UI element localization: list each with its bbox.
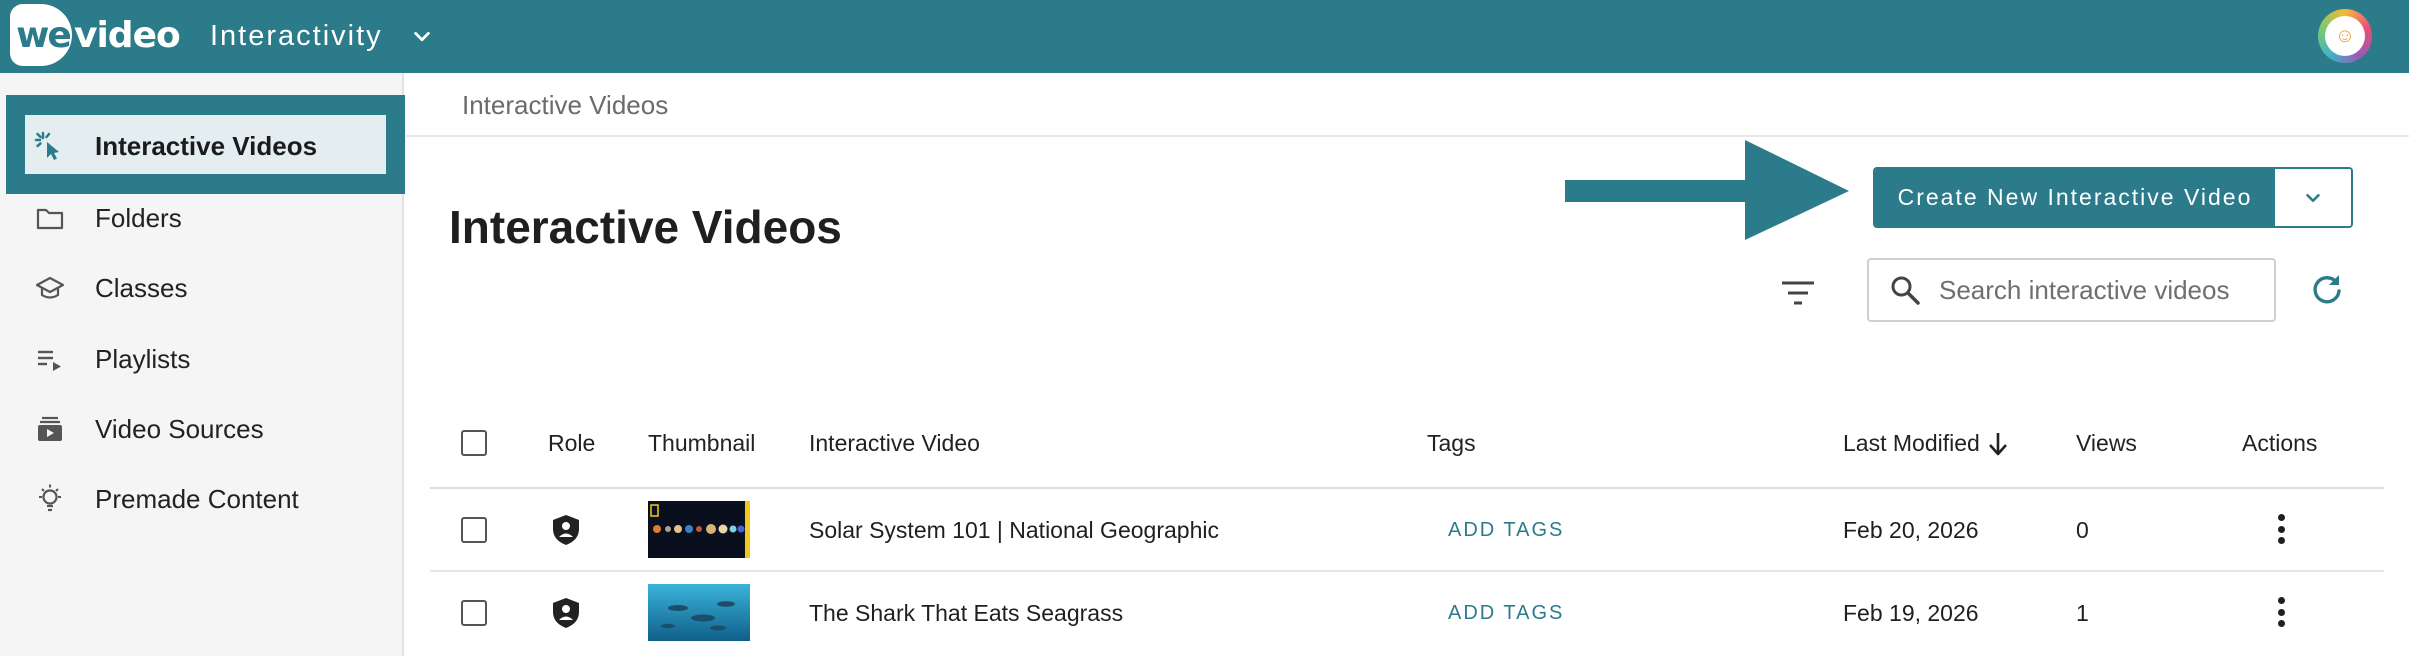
breadcrumb: Interactive Videos — [462, 90, 669, 120]
views-value: 0 — [2076, 517, 2089, 543]
owner-shield-icon — [553, 598, 579, 628]
add-tags-link[interactable]: ADD TAGS — [1448, 519, 1564, 542]
add-tags-link[interactable]: ADD TAGS — [1448, 602, 1564, 625]
sidebar-item-label: Premade Content — [95, 483, 299, 514]
page-title: Interactive Videos — [449, 201, 842, 253]
create-options-dropdown[interactable] — [2275, 169, 2351, 226]
video-sources-icon — [34, 413, 66, 445]
owner-shield-icon — [553, 515, 579, 545]
video-title[interactable]: The Shark That Eats Seagrass — [809, 600, 1123, 627]
column-header-thumbnail[interactable]: Thumbnail — [648, 430, 755, 457]
chevron-down-icon — [2306, 193, 2320, 202]
last-modified-value: Feb 20, 2026 — [1843, 517, 1979, 543]
search-field — [1867, 258, 2276, 322]
sidebar-item-label: Classes — [95, 272, 188, 303]
pointer-arrow-icon — [1565, 140, 1849, 240]
logo-suffix: video — [74, 14, 181, 56]
sidebar-item-label: Folders — [95, 202, 182, 233]
chevron-down-icon — [413, 31, 430, 41]
playlist-icon — [34, 343, 66, 375]
top-bar: we video Interactivity ☺ — [0, 0, 2409, 73]
column-header-views[interactable]: Views — [2076, 430, 2137, 457]
more-actions-icon[interactable] — [2275, 597, 2287, 627]
sidebar-item-video-sources[interactable]: Video Sources — [0, 399, 404, 459]
column-header-last-modified[interactable]: Last Modified — [1843, 430, 2010, 457]
create-button-group: Create New Interactive Video — [1873, 167, 2353, 228]
more-actions-icon[interactable] — [2275, 514, 2287, 544]
search-input[interactable] — [1939, 274, 2259, 306]
sidebar-item-interactive-videos[interactable]: Interactive Videos — [0, 116, 404, 176]
app-switcher[interactable]: Interactivity — [210, 0, 433, 73]
column-header-interactive-video[interactable]: Interactive Video — [809, 430, 980, 457]
folder-icon — [34, 202, 66, 234]
sidebar-item-label: Video Sources — [95, 413, 264, 444]
table-header-divider — [430, 487, 2384, 489]
column-header-actions: Actions — [2242, 430, 2318, 456]
logo-badge: we — [10, 4, 72, 66]
logo-prefix: we — [16, 14, 72, 56]
column-header-role[interactable]: Role — [548, 430, 595, 457]
video-title[interactable]: Solar System 101 | National Geographic — [809, 517, 1219, 544]
sidebar-item-premade-content[interactable]: Premade Content — [0, 469, 404, 529]
sidebar-item-classes[interactable]: Classes — [0, 258, 404, 318]
row-divider — [430, 570, 2384, 572]
video-thumbnail-solar-system[interactable] — [648, 501, 750, 558]
refresh-icon[interactable] — [2310, 272, 2344, 306]
graduation-cap-icon — [34, 272, 66, 304]
search-icon — [1891, 276, 1920, 305]
lightbulb-icon — [34, 483, 66, 515]
views-value: 1 — [2076, 600, 2089, 626]
wevideo-logo[interactable]: we video — [10, 4, 181, 66]
column-header-tags[interactable]: Tags — [1427, 430, 1476, 457]
sidebar-item-playlists[interactable]: Playlists — [0, 329, 404, 389]
sidebar-item-folders[interactable]: Folders — [0, 188, 404, 248]
last-modified-label: Last Modified — [1843, 430, 1980, 456]
filter-icon[interactable] — [1780, 278, 1816, 308]
sidebar-item-label: Playlists — [95, 343, 191, 374]
click-cursor-icon — [34, 130, 66, 162]
video-thumbnail-shark[interactable] — [648, 584, 750, 641]
last-modified-value: Feb 19, 2026 — [1843, 600, 1979, 626]
user-avatar[interactable]: ☺ — [2318, 9, 2372, 63]
app-name: Interactivity — [210, 20, 383, 52]
sidebar-item-label: Interactive Videos — [95, 130, 318, 161]
breadcrumb-divider — [406, 135, 2409, 137]
row-checkbox[interactable] — [461, 600, 487, 626]
sidebar: Interactive Videos Folders Classes Playl… — [0, 73, 405, 656]
avatar-inner: ☺ — [2325, 16, 2365, 56]
select-all-checkbox[interactable] — [461, 430, 487, 456]
create-new-interactive-video-button[interactable]: Create New Interactive Video — [1875, 169, 2275, 226]
sort-descending-icon — [1988, 432, 2007, 455]
row-checkbox[interactable] — [461, 517, 487, 543]
